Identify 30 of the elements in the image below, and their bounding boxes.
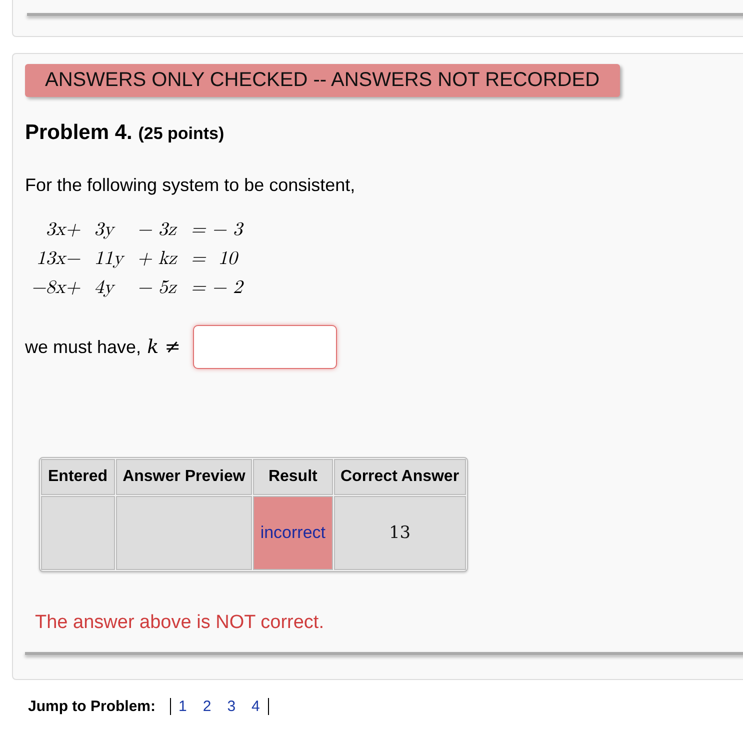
equation-term: − 5z [137, 277, 177, 299]
problem-prompt: For the following system to be consistent, [25, 175, 356, 196]
problem-link[interactable]: 2 [202, 698, 212, 715]
equation-term: = 10 [190, 248, 240, 270]
equation-term: 3y [94, 219, 116, 241]
equation-term: −8x+ [31, 277, 80, 299]
column-header: Result [253, 459, 332, 495]
column-header: Answer Preview [116, 459, 252, 495]
problem-title: Problem 4. (25 points) [25, 121, 224, 145]
table-cell: incorrect [253, 496, 332, 570]
equation-term: 11y [94, 248, 124, 270]
equation-term: + kz [137, 248, 177, 270]
answer-field[interactable] [192, 325, 337, 369]
equation-term: = − 3 [190, 219, 242, 241]
equation-term: 3x+ [44, 219, 80, 241]
status-banner: ANSWERS ONLY CHECKED -- ANSWERS NOT RECORDED [25, 64, 620, 97]
answer-label: we must have, [25, 336, 142, 358]
equation-term: 13x− [35, 248, 80, 270]
column-header: Correct Answer [334, 459, 466, 495]
column-header: Entered [41, 459, 115, 495]
equation-term: 4y [94, 277, 116, 299]
problem-link[interactable]: 3 [227, 698, 236, 715]
problem-link[interactable]: 4 [252, 698, 260, 715]
table-cell: 13 [334, 496, 466, 570]
feedback-message: The answer above is NOT correct. [35, 612, 324, 634]
equation-term: = − 2 [190, 277, 242, 299]
problem-link[interactable]: 1 [178, 698, 187, 715]
math-symbol: k ≠ [147, 336, 181, 358]
equation-term: − 3z [137, 219, 177, 241]
jump-label: Jump to Problem: [28, 698, 156, 715]
